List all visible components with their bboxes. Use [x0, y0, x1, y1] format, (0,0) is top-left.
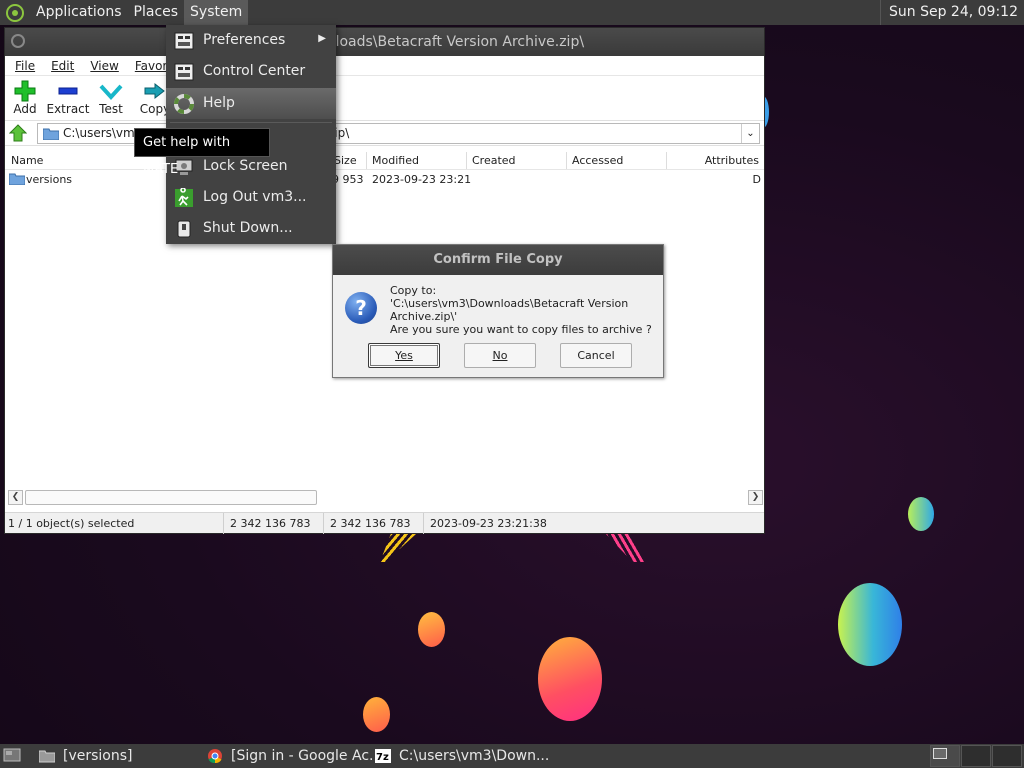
window-title: oloads\Betacraft Version Archive.zip\ — [327, 34, 585, 50]
folder-icon — [8, 172, 26, 188]
wallpaper-blob — [363, 697, 390, 732]
address-bar: C:\users\vm3\ zip\ ⌄ — [5, 120, 764, 146]
col-size[interactable]: Size — [334, 154, 357, 167]
window-menu-icon[interactable] — [11, 34, 25, 48]
status-selected: 1 / 1 object(s) selected — [8, 517, 135, 530]
shut-down-icon — [174, 219, 194, 239]
minus-icon — [45, 80, 91, 102]
help-lifebuoy-icon — [174, 94, 194, 114]
status-size: 2 342 136 783 — [230, 517, 311, 530]
menu-applications[interactable]: Applications — [30, 0, 128, 25]
toolbar: Add Extract Test Copy — [5, 76, 764, 120]
wallpaper-stripe — [380, 534, 416, 562]
extract-button[interactable]: Extract — [45, 80, 91, 116]
menu-edit[interactable]: Edit — [43, 59, 82, 73]
mate-logo-icon[interactable] — [6, 3, 24, 22]
submenu-arrow-icon: ▶ — [318, 33, 326, 44]
col-accessed[interactable]: Accessed — [572, 154, 623, 167]
scroll-thumb[interactable] — [25, 490, 317, 505]
chrome-icon — [207, 748, 223, 764]
task-versions[interactable]: [versions] — [38, 744, 204, 768]
show-desktop-icon[interactable] — [3, 747, 21, 764]
help-tooltip: Get help with MATE — [134, 128, 270, 177]
dialog-message: Copy to: 'C:\users\vm3\Downloads\Betacra… — [390, 284, 652, 336]
workspace-switcher[interactable] — [930, 744, 1024, 768]
status-bar: 1 / 1 object(s) selected 2 342 136 783 2… — [5, 512, 764, 534]
wallpaper-blob — [908, 497, 934, 531]
scroll-right-icon[interactable]: ❯ — [748, 490, 763, 505]
menu-view[interactable]: View — [82, 59, 126, 73]
preferences-icon — [174, 31, 194, 51]
menu-item-control-center[interactable]: Control Center — [166, 56, 336, 87]
folder-icon — [38, 748, 56, 764]
wallpaper-blob — [838, 583, 902, 666]
clock[interactable]: Sun Sep 24, 09:12 — [880, 0, 1018, 25]
svg-text:7z: 7z — [376, 752, 389, 763]
wallpaper-stripe — [606, 534, 644, 562]
col-attributes[interactable]: Attributes — [705, 154, 759, 167]
cell-modified: 2023-09-23 23:21 — [372, 173, 472, 186]
test-button[interactable]: Test — [88, 80, 134, 116]
window-titlebar[interactable]: oloads\Betacraft Version Archive.zip\ — [5, 28, 764, 56]
7zip-icon: 7z — [375, 748, 391, 764]
wallpaper-blob — [538, 637, 602, 721]
dialog-title[interactable]: Confirm File Copy — [333, 245, 663, 275]
col-name[interactable]: Name — [11, 154, 43, 167]
menu-item-preferences[interactable]: Preferences ▶ — [166, 25, 336, 56]
col-created[interactable]: Created — [472, 154, 516, 167]
menu-system[interactable]: System — [184, 0, 249, 25]
add-icon — [2, 80, 48, 102]
menu-item-shut-down[interactable]: Shut Down... — [166, 213, 336, 244]
menu-file[interactable]: File — [7, 59, 43, 73]
workspace-2[interactable] — [961, 745, 991, 767]
up-folder-icon[interactable] — [8, 124, 28, 142]
confirm-file-copy-dialog: Confirm File Copy ? Copy to: 'C:\users\v… — [332, 244, 664, 378]
table-row[interactable]: versions 9 953 2023-09-23 23:21 D — [5, 171, 764, 189]
col-modified[interactable]: Modified — [372, 154, 419, 167]
question-icon: ? — [345, 292, 377, 324]
status-packed-size: 2 342 136 783 — [330, 517, 411, 530]
control-center-icon — [174, 62, 194, 82]
yes-button[interactable]: Yes — [368, 343, 440, 368]
workspace-1[interactable] — [930, 745, 960, 767]
menu-item-help[interactable]: Help — [166, 88, 336, 119]
task-7zip[interactable]: 7z C:\users\vm3\Down... — [375, 744, 549, 768]
task-chrome[interactable]: [Sign in - Google Ac... — [207, 744, 382, 768]
menu-item-log-out[interactable]: Log Out vm3... — [166, 182, 336, 213]
wallpaper-blob — [418, 612, 445, 647]
cell-size: 9 953 — [332, 173, 364, 186]
menubar: File Edit View Favorites — [5, 56, 764, 76]
checkmark-icon — [88, 80, 134, 102]
no-button[interactable]: No — [464, 343, 536, 368]
add-button[interactable]: Add — [2, 80, 48, 116]
horizontal-scrollbar[interactable]: ❮ ❯ — [8, 489, 763, 506]
menu-places[interactable]: Places — [128, 0, 185, 25]
cancel-button[interactable]: Cancel — [560, 343, 632, 368]
status-modified: 2023-09-23 23:21:38 — [430, 517, 547, 530]
cell-attributes: D — [752, 173, 761, 186]
log-out-icon — [174, 187, 194, 208]
cell-name: versions — [26, 173, 73, 186]
bottom-panel: [versions] [Sign in - Google Ac... 7z C:… — [0, 744, 1024, 768]
column-headers: Name Size Modified Created Accessed Attr… — [5, 152, 764, 170]
scroll-left-icon[interactable]: ❮ — [8, 490, 23, 505]
folder-icon — [42, 127, 60, 144]
chevron-down-icon[interactable]: ⌄ — [741, 124, 759, 143]
top-panel: Applications Places System Sun Sep 24, 0… — [0, 0, 1024, 25]
workspace-3[interactable] — [992, 745, 1022, 767]
